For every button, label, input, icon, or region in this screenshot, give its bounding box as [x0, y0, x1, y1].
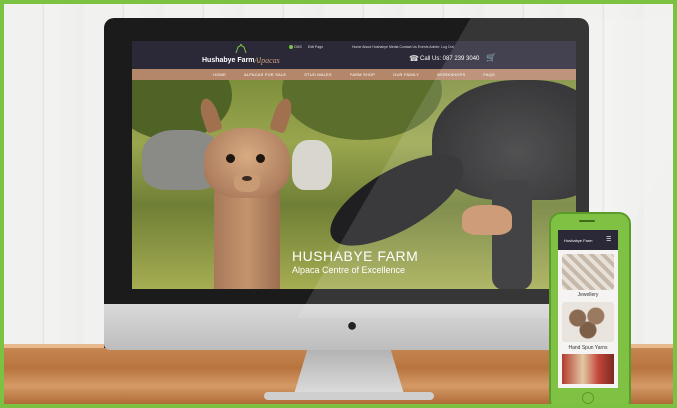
cms-link[interactable]: CMS: [294, 45, 302, 49]
nav-item-home[interactable]: HOME: [204, 72, 235, 77]
background-alpaca: [292, 140, 332, 190]
apple-logo-icon: ●: [346, 315, 358, 335]
phone-icon: ☎: [409, 54, 419, 63]
alpaca-eye: [226, 154, 235, 163]
jewellery-image[interactable]: [562, 254, 614, 290]
cms-status-icon: [289, 45, 293, 49]
alpaca-nose: [242, 176, 252, 181]
imac-stand-base: [264, 392, 434, 400]
nav-item-farm-shop[interactable]: FARM SHOP: [341, 72, 384, 77]
yarn-image[interactable]: [562, 302, 614, 342]
category-hand-spun-yarns[interactable]: Hand Spun Yarns: [558, 345, 618, 351]
imac-stand: [294, 350, 404, 394]
mobile-header: Hushabye Farm ☰: [558, 230, 618, 250]
nav-item-stud-males[interactable]: STUD MALES: [295, 72, 341, 77]
alpaca-muzzle: [234, 172, 260, 192]
category-jewellery[interactable]: Jewellery: [558, 292, 618, 298]
alpaca-logo-icon: [235, 44, 247, 54]
nav-item-our-family[interactable]: OUR FAMILY: [384, 72, 428, 77]
phone-home-button: [582, 392, 594, 404]
nav-item-alpacas-for-sale[interactable]: ALPACAS FOR SALE: [235, 72, 295, 77]
mobile-website: Hushabye Farm ☰ Jewellery Hand Spun Yarn…: [558, 230, 618, 388]
edit-page-link[interactable]: Edit Page: [308, 45, 323, 49]
alpaca-eye: [256, 154, 265, 163]
phone-speaker: [579, 220, 595, 222]
mobile-logo[interactable]: Hushabye Farm: [564, 238, 592, 243]
site-logo[interactable]: Hushabye Farm Alpacas: [202, 44, 282, 68]
showcase-scene: ● Hushabye Farm Alpacas CMS Edit Page Ho…: [0, 0, 677, 408]
logo-primary-text: Hushabye Farm: [202, 57, 255, 64]
logo-secondary-text: Alpacas: [254, 56, 280, 65]
top-links[interactable]: Home About Hushabye Media Contact Us Eve…: [352, 45, 454, 49]
product-photo[interactable]: [562, 354, 614, 384]
hamburger-menu-icon[interactable]: ☰: [606, 236, 611, 243]
